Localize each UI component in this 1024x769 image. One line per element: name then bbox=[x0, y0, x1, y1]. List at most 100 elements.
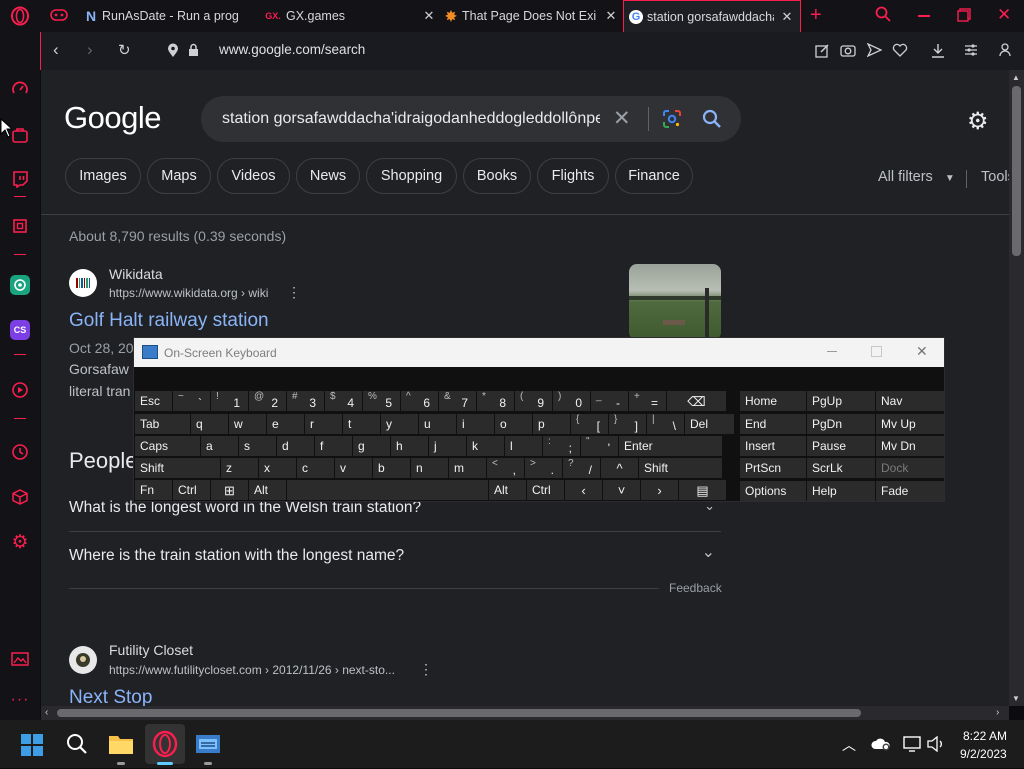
scroll-right-arrow-icon[interactable]: › bbox=[996, 707, 999, 718]
osk-nav-key[interactable]: Help bbox=[807, 481, 875, 501]
osk-key[interactable]: % 5 bbox=[363, 391, 400, 411]
osk-key[interactable]: r bbox=[305, 414, 342, 434]
osk-key[interactable]: & 7 bbox=[439, 391, 476, 411]
tools-button[interactable]: Tools bbox=[981, 169, 1009, 185]
profile-icon[interactable] bbox=[999, 43, 1011, 62]
osk-key[interactable]: ⊞ bbox=[211, 480, 248, 500]
player-icon[interactable] bbox=[10, 380, 30, 400]
osk-key[interactable]: _ - bbox=[591, 391, 628, 411]
osk-key[interactable]: j bbox=[429, 436, 466, 456]
osk-nav-key[interactable]: Mv Up bbox=[876, 414, 944, 434]
osk-key[interactable]: Ctrl bbox=[173, 480, 210, 500]
close-tab-icon[interactable]: ✕ bbox=[604, 8, 618, 24]
feedback-link[interactable]: Feedback bbox=[669, 581, 722, 595]
scroll-left-arrow-icon[interactable]: ‹ bbox=[45, 707, 48, 718]
download-icon[interactable] bbox=[931, 43, 945, 63]
osk-key[interactable]: ⌫ bbox=[667, 391, 726, 411]
lock-icon[interactable] bbox=[188, 43, 199, 62]
osk-key[interactable]: Shift bbox=[135, 458, 220, 478]
edit-share-icon[interactable] bbox=[815, 43, 830, 63]
camera-icon[interactable] bbox=[840, 43, 856, 62]
osk-key[interactable]: Esc bbox=[135, 391, 172, 411]
gamepad-icon[interactable] bbox=[50, 8, 68, 27]
osk-key[interactable]: a bbox=[201, 436, 238, 456]
osk-key[interactable]: :; bbox=[543, 436, 580, 456]
osk-key[interactable]: Tab bbox=[135, 414, 190, 434]
scroll-down-arrow-icon[interactable]: ▼ bbox=[1012, 694, 1020, 703]
file-explorer-icon[interactable] bbox=[108, 733, 134, 760]
volume-icon[interactable] bbox=[927, 735, 945, 757]
osk-key[interactable]: o bbox=[495, 414, 532, 434]
osk-key[interactable]: | \ bbox=[647, 414, 684, 434]
onedrive-icon[interactable] bbox=[871, 737, 891, 756]
send-icon[interactable] bbox=[866, 42, 883, 62]
minimize-button[interactable] bbox=[918, 15, 930, 17]
settings-gear-icon[interactable]: ⚙ bbox=[967, 107, 989, 136]
chip-maps[interactable]: Maps bbox=[147, 158, 211, 194]
heart-icon[interactable] bbox=[892, 43, 908, 62]
osk-key[interactable]: * 8 bbox=[477, 391, 514, 411]
osk-key[interactable]: x bbox=[259, 458, 296, 478]
chip-books[interactable]: Books bbox=[463, 158, 531, 194]
start-windows-icon[interactable] bbox=[21, 734, 43, 761]
osk-key[interactable]: <, bbox=[487, 458, 524, 478]
osk-key[interactable]: m bbox=[449, 458, 486, 478]
osk-key[interactable] bbox=[287, 480, 488, 500]
chip-finance[interactable]: Finance bbox=[615, 158, 693, 194]
chip-images[interactable]: Images bbox=[65, 158, 141, 194]
scroll-up-arrow-icon[interactable]: ▲ bbox=[1012, 73, 1020, 82]
osk-key[interactable]: >. bbox=[525, 458, 562, 478]
close-tab-icon[interactable]: ✕ bbox=[422, 8, 436, 24]
osk-key[interactable]: ▤ bbox=[679, 480, 726, 500]
osk-key[interactable]: w bbox=[229, 414, 266, 434]
osk-key[interactable]: g bbox=[353, 436, 390, 456]
osk-key[interactable]: l bbox=[505, 436, 542, 456]
gx-corner-icon[interactable] bbox=[10, 125, 30, 145]
osk-key[interactable]: h bbox=[391, 436, 428, 456]
osk-nav-key[interactable]: Options bbox=[740, 481, 806, 501]
osk-key[interactable]: Alt bbox=[489, 480, 526, 500]
osk-key[interactable]: b bbox=[373, 458, 410, 478]
all-filters-button[interactable]: All filters ▼ bbox=[878, 169, 955, 185]
taskbar-search-icon[interactable] bbox=[66, 733, 88, 760]
osk-nav-key[interactable]: PrtScn bbox=[740, 458, 806, 478]
url-text[interactable]: www.google.com/search bbox=[219, 42, 365, 57]
back-button[interactable]: ‹ bbox=[53, 40, 59, 60]
history-icon[interactable] bbox=[10, 442, 30, 462]
osk-key[interactable]: › bbox=[641, 480, 678, 500]
chip-videos[interactable]: Videos bbox=[217, 158, 290, 194]
osk-key[interactable]: {[ bbox=[571, 414, 608, 434]
speed-dial-icon[interactable] bbox=[10, 79, 30, 99]
chip-flights[interactable]: Flights bbox=[537, 158, 609, 194]
osk-key[interactable]: i bbox=[457, 414, 494, 434]
osk-key[interactable]: Alt bbox=[249, 480, 286, 500]
search-input[interactable]: station gorsafawddacha'idraigodanheddogl… bbox=[222, 110, 600, 128]
osk-key[interactable]: ^ bbox=[601, 458, 638, 478]
new-tab-button[interactable]: + bbox=[810, 4, 822, 27]
on-screen-keyboard-taskbar-icon[interactable] bbox=[195, 733, 221, 760]
chatgpt-icon[interactable] bbox=[10, 275, 30, 295]
osk-nav-key[interactable]: ScrLk bbox=[807, 458, 875, 478]
result-thumbnail[interactable] bbox=[629, 264, 721, 340]
osk-key[interactable]: ˅ bbox=[603, 480, 640, 500]
settings-gear-icon[interactable]: ⚙ bbox=[10, 532, 30, 553]
reload-button[interactable]: ↻ bbox=[118, 41, 131, 59]
osk-key[interactable]: u bbox=[419, 414, 456, 434]
google-logo[interactable]: Google bbox=[64, 100, 161, 136]
osk-nav-key[interactable]: Dock bbox=[876, 458, 944, 478]
osk-key[interactable]: ) 0 bbox=[553, 391, 590, 411]
osk-key[interactable]: d bbox=[277, 436, 314, 456]
extensions-cube-icon[interactable] bbox=[10, 487, 30, 507]
osk-key[interactable]: #3 bbox=[287, 391, 324, 411]
osk-nav-key[interactable]: Nav bbox=[876, 391, 944, 411]
osk-key[interactable]: v bbox=[335, 458, 372, 478]
question-row[interactable]: Where is the train station with the long… bbox=[69, 536, 721, 580]
clock-time[interactable]: 8:22 AM bbox=[963, 729, 1007, 743]
osk-nav-key[interactable]: Mv Dn bbox=[876, 436, 944, 456]
chatsonic-icon[interactable]: CS bbox=[10, 320, 30, 340]
google-lens-icon[interactable] bbox=[662, 109, 682, 134]
close-tab-icon[interactable]: ✕ bbox=[780, 9, 794, 25]
osk-key[interactable]: Enter bbox=[619, 436, 722, 456]
close-window-button[interactable]: ✕ bbox=[997, 5, 1011, 25]
hardware-limiter-icon[interactable] bbox=[10, 216, 30, 236]
